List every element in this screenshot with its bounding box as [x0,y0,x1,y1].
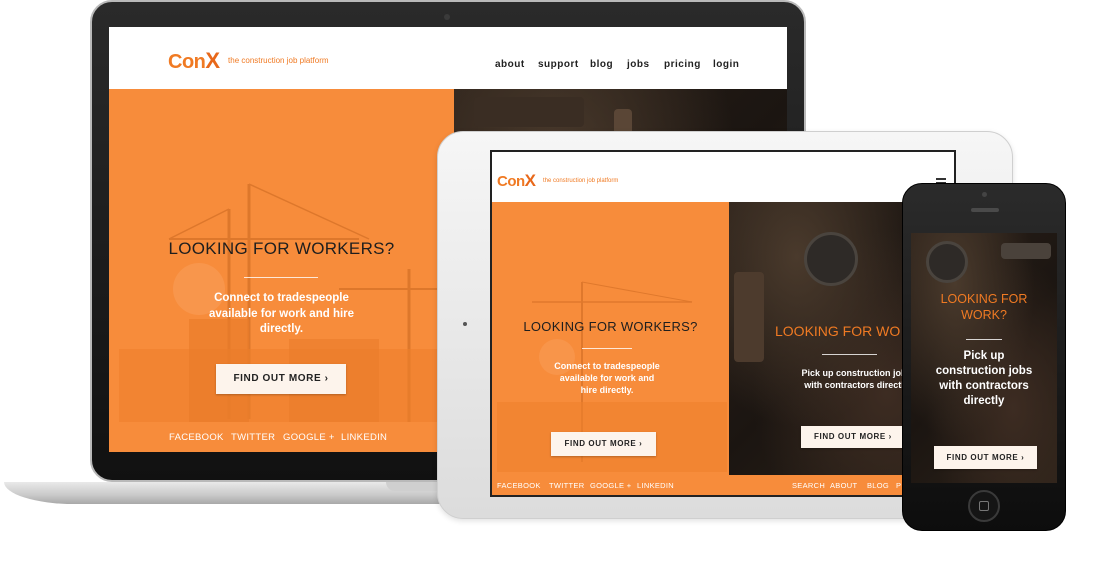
crane-illustration [119,183,454,429]
tablet-work-cta-button[interactable]: FIND OUT MORE › [801,426,905,448]
tablet-footer-search[interactable]: SEARCH [792,481,825,490]
logo-tagline: the construction job platform [228,56,329,65]
laptop-footer-social: FACEBOOK TWITTER GOOGLE + LINKEDIN [109,422,454,452]
tablet-footer-about[interactable]: ABOUT [830,481,857,490]
tablet-footer-p[interactable]: P [896,481,901,490]
tablet-social-google-plus[interactable]: GOOGLE + [590,481,631,490]
tablet-screen: ConX the construction job platform LOOKI… [490,150,956,497]
tablet-logo-x-mark: X [524,171,536,190]
laptop-header: ConX the construction job platform about… [109,27,787,89]
phone-speaker-icon [971,208,999,212]
tablet-work-headline: LOOKING FOR WO [775,323,901,339]
tablet-footer-blog[interactable]: BLOG [867,481,889,490]
tablet-social-facebook[interactable]: FACEBOOK [497,481,541,490]
tablet-hero-orange: LOOKING FOR WORKERS? Connect to tradespe… [492,202,729,475]
laptop-subtext: Connect to tradespeople available for wo… [208,292,355,336]
phone-pliers-image [1001,243,1051,259]
tablet-camera-icon [463,322,467,326]
tablet-workers-headline: LOOKING FOR WORKERS? [523,319,698,334]
phone-divider [966,339,1002,340]
tablet-header: ConX the construction job platform [492,152,954,202]
laptop-find-out-more-button[interactable]: FIND OUT MORE › [216,364,346,394]
laptop-hero-orange: LOOKING FOR WORKERS? Connect to tradespe… [109,89,454,452]
tablet-footer: FACEBOOK TWITTER GOOGLE + LINKEDIN SEARC… [492,475,954,495]
tablet-logo[interactable]: ConX the construction job platform [497,171,618,191]
nav-login[interactable]: login [713,59,739,70]
tablet-social-linkedin[interactable]: LINKEDIN [637,481,674,490]
social-facebook[interactable]: FACEBOOK [169,432,224,443]
home-button-square [979,501,989,511]
nav-pricing[interactable]: pricing [664,59,701,70]
phone-screen: LOOKING FOR WORK? Pick up construction j… [911,233,1057,483]
phone-tape-measure-image [926,241,968,283]
tablet-work-divider [822,354,877,355]
tablet-tape-measure-image [804,232,858,286]
tablet-workers-divider [582,348,632,349]
tablet-axe-image [734,272,764,362]
social-google-plus[interactable]: GOOGLE + [283,432,335,443]
nav-jobs[interactable]: jobs [627,59,650,70]
phone-headline: LOOKING FOR WORK? [940,292,1028,323]
phone-find-out-more-button[interactable]: FIND OUT MORE › [934,446,1037,469]
tablet-work-subtext: Pick up construction jobs with contracto… [801,368,912,391]
nav-about[interactable]: about [495,59,525,70]
laptop-camera-icon [444,14,450,20]
social-twitter[interactable]: TWITTER [231,432,275,443]
nav-blog[interactable]: blog [590,59,613,70]
phone-subtext: Pick up construction jobs with contracto… [935,350,1033,407]
laptop-divider [244,277,318,278]
logo-x-mark: X [205,48,220,73]
laptop-headline: LOOKING FOR WORKERS? [168,239,395,258]
tablet-social-twitter[interactable]: TWITTER [549,481,584,490]
nav-support[interactable]: support [538,59,579,70]
phone-camera-icon [982,192,987,197]
laptop-logo[interactable]: ConX the construction job platform [168,48,329,76]
logo-wordmark: Con [168,51,206,73]
tablet-logo-tagline: the construction job platform [542,178,619,184]
tablet-workers-subtext: Connect to tradespeople available for wo… [554,361,660,396]
tablet-workers-cta-button[interactable]: FIND OUT MORE › [551,432,656,456]
tablet-logo-wordmark: Con [497,173,525,190]
tool-case-image [474,97,584,127]
social-linkedin[interactable]: LINKEDIN [341,432,387,443]
